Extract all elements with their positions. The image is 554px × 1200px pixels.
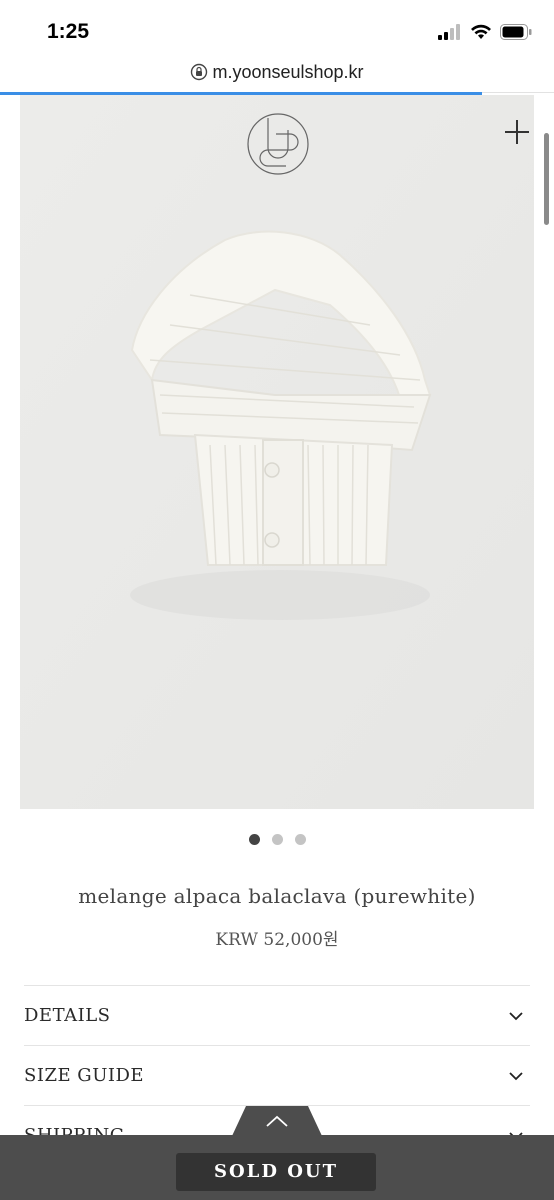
expand-tab[interactable]	[232, 1106, 322, 1136]
product-name: melange alpaca balaclava (purewhite)	[78, 884, 476, 908]
sold-out-button[interactable]: SOLD OUT	[176, 1153, 376, 1191]
chevron-down-icon	[509, 1072, 523, 1081]
status-time: 1:25	[47, 20, 90, 43]
accordion-size-guide[interactable]: SIZE GUIDE	[24, 1045, 530, 1106]
scrollbar[interactable]	[544, 133, 549, 225]
carousel-dot-3[interactable]	[294, 834, 306, 845]
signal-icon	[438, 24, 460, 40]
battery-icon	[500, 24, 532, 40]
carousel-dots	[0, 834, 554, 845]
carousel-dot-2[interactable]	[271, 834, 283, 845]
accordion-label: SIZE GUIDE	[24, 1065, 145, 1086]
accordion-details[interactable]: DETAILS	[24, 985, 530, 1046]
chevron-down-icon	[509, 1012, 523, 1021]
accordion-label: DETAILS	[24, 1005, 111, 1026]
status-bar: 1:25	[0, 0, 554, 60]
bottom-action-bar: SOLD OUT	[0, 1135, 554, 1200]
address-bar[interactable]: m.yoonseulshop.kr	[0, 62, 554, 92]
plus-icon[interactable]	[502, 117, 532, 147]
status-icons	[438, 24, 532, 40]
carousel-dot-1[interactable]	[248, 834, 260, 845]
product-image[interactable]	[20, 95, 534, 809]
wifi-icon	[471, 24, 491, 39]
lock-icon	[191, 63, 208, 81]
product-photo	[20, 95, 534, 809]
product-price: KRW 52,000원	[215, 930, 339, 950]
brand-logo[interactable]	[246, 112, 310, 176]
url-text: m.yoonseulshop.kr	[212, 62, 364, 82]
